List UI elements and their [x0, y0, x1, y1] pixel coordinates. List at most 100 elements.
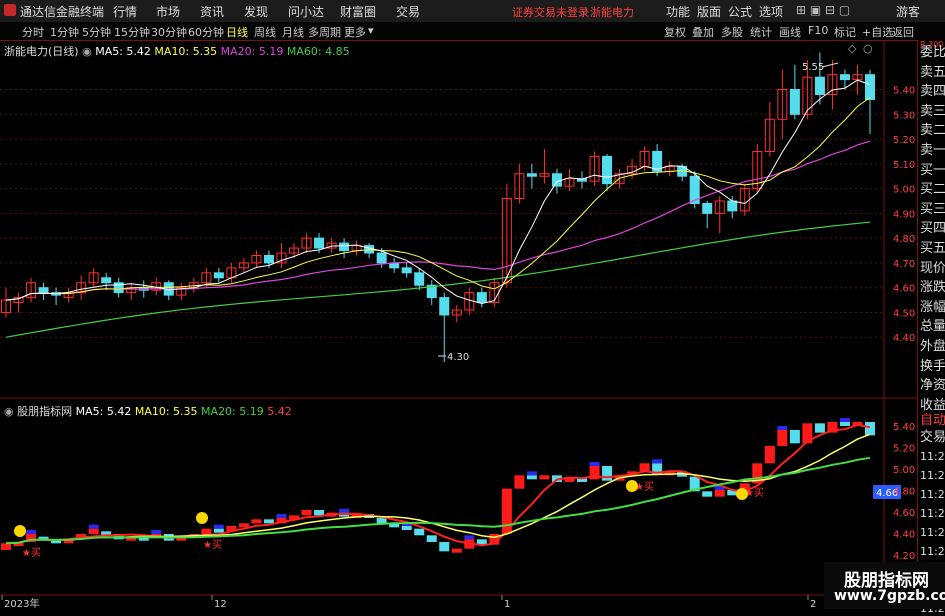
- period-weekly[interactable]: 周线: [254, 24, 276, 40]
- side-item-1[interactable]: 卖五: [920, 65, 945, 80]
- guest-user[interactable]: 游客: [896, 3, 920, 20]
- toolbar-fanhui[interactable]: 返回: [892, 24, 914, 40]
- sub-bar-up: [63, 539, 74, 544]
- sub-legend: ◉ 股朋指标网 MA5: 5.42 MA10: 5.35 MA20: 5.19 …: [4, 403, 292, 419]
- side-item-2[interactable]: 卖四: [920, 85, 945, 99]
- menu-formula[interactable]: 公式: [728, 3, 752, 20]
- menu-layout[interactable]: 版面: [697, 3, 721, 20]
- sub-bar-down: [113, 534, 124, 540]
- menu-item-faxian[interactable]: 发现: [244, 3, 268, 20]
- ma60-label: MA60: 4.85: [286, 45, 350, 58]
- sub-bar-up: [226, 526, 237, 532]
- chevron-circle-icon[interactable]: ◉: [4, 405, 14, 418]
- candle-down: [426, 284, 437, 299]
- side-item-8[interactable]: 买三: [920, 202, 945, 217]
- menu-item-shichang[interactable]: 市场: [156, 3, 180, 20]
- candle-down: [839, 74, 850, 81]
- candle-up: [639, 150, 650, 167]
- side-item-13[interactable]: 涨幅: [920, 300, 945, 315]
- app-title: 通达信金融终端: [20, 5, 105, 19]
- toolbar-huaxian[interactable]: 画线: [779, 24, 801, 40]
- period-daily[interactable]: 日线: [226, 24, 248, 40]
- ma5-line: [5, 79, 871, 305]
- price-tick: 5.30: [893, 110, 915, 121]
- period-5min[interactable]: 5分钟: [82, 24, 111, 40]
- time-axis-label: 2023年: [4, 597, 39, 609]
- menu-function[interactable]: 功能: [666, 3, 690, 20]
- menu-item-caifuquan[interactable]: 财富圈: [340, 3, 376, 20]
- menu-options[interactable]: 选项: [759, 3, 783, 20]
- price-tick: 4.50: [893, 308, 915, 319]
- toolbar-duogu[interactable]: 多股: [721, 24, 743, 40]
- period-multi[interactable]: 多周期: [308, 24, 341, 40]
- side-item-17[interactable]: 净资: [920, 379, 945, 393]
- smiley-icon: [196, 512, 208, 524]
- candle-up: [88, 272, 99, 284]
- toolbar-fuquan[interactable]: 复权: [664, 24, 686, 40]
- side-item-12[interactable]: 涨跌: [920, 281, 945, 295]
- toolbar-diejia[interactable]: 叠加: [692, 24, 714, 40]
- chevron-down-icon[interactable]: ▾: [368, 24, 374, 37]
- side-item-6[interactable]: 买一: [920, 163, 945, 178]
- side-item-3[interactable]: 卖三: [920, 104, 945, 119]
- side-item-10[interactable]: 买五: [920, 242, 945, 256]
- sub-bar-up: [351, 514, 362, 518]
- sub-bar-cap: [401, 522, 412, 526]
- toolbar-zixuan[interactable]: +自选: [862, 24, 893, 40]
- sub-bar-down: [339, 512, 350, 517]
- toolbar-tongji[interactable]: 统计: [750, 24, 772, 40]
- sub-bar-cap: [88, 524, 99, 529]
- sub-bar-cap: [714, 486, 725, 490]
- period-15min[interactable]: 15分钟: [114, 24, 150, 40]
- sub-bar-up: [201, 528, 212, 534]
- price-tick: 4.90: [893, 209, 915, 220]
- circle-icon: ○: [863, 42, 873, 55]
- buy-signal-label: ★买: [203, 539, 222, 551]
- candle-down: [263, 254, 274, 264]
- sub-bar-down: [426, 535, 437, 542]
- menu-item-wenxiaoda[interactable]: 问小达: [288, 3, 324, 20]
- sub-bar-up: [188, 534, 199, 538]
- side-item-18[interactable]: 收益: [920, 398, 945, 413]
- toolbar-f10[interactable]: F10: [808, 24, 828, 37]
- side-item-7[interactable]: 买二: [920, 183, 945, 197]
- chevron-circle-icon[interactable]: ◉: [82, 45, 92, 58]
- price-tick: 4.40: [893, 333, 915, 344]
- menu-item-zixun[interactable]: 资讯: [200, 3, 224, 20]
- side-time-label: 11:29: [920, 507, 945, 520]
- side-item-16[interactable]: 换手: [920, 359, 945, 374]
- side-item-15[interactable]: 外盘: [920, 340, 945, 354]
- sub-bar-down: [577, 478, 587, 482]
- candle-up: [777, 89, 788, 120]
- current-value-box: [873, 485, 901, 499]
- side-item-0[interactable]: 委比: [920, 46, 945, 60]
- sub-bar-cap: [777, 426, 788, 430]
- side-item-9[interactable]: 买四: [920, 222, 945, 236]
- side-item-4[interactable]: 卖二: [920, 124, 945, 138]
- candle-down: [727, 200, 738, 212]
- side-item-14[interactable]: 总量: [920, 320, 945, 334]
- side-item-11[interactable]: 现价: [920, 261, 945, 276]
- main-chart-title: 浙能电力(日线): [4, 45, 79, 58]
- period-1min[interactable]: 1分钟: [50, 24, 79, 40]
- kline-chart[interactable]: 5.55 4.30 ◇ ○ ★买 ★买 ★买 ★买 4.66 5.40 5.30 5.20 5.10…: [0, 0, 945, 609]
- window-icons[interactable]: ⊞ ▣ ⊟ ▢: [796, 3, 850, 17]
- period-fenshi[interactable]: 分时: [22, 24, 44, 40]
- period-60min[interactable]: 60分钟: [188, 24, 224, 40]
- toolbar-biaoji[interactable]: 标记: [834, 24, 856, 40]
- menu-item-jiaoyi[interactable]: 交易: [396, 3, 420, 20]
- side-sub-item-0[interactable]: 自动: [920, 414, 945, 428]
- period-30min[interactable]: 30分钟: [151, 24, 187, 40]
- period-monthly[interactable]: 月线: [282, 24, 304, 40]
- sub-bar-up: [802, 423, 813, 444]
- buy-signal-label: ★买: [22, 547, 41, 559]
- menu-item-hangqing[interactable]: 行情: [113, 3, 137, 20]
- sub-bar-cap: [589, 462, 600, 466]
- login-status[interactable]: 证券交易未登录: [512, 4, 589, 20]
- period-more[interactable]: 更多: [344, 24, 366, 40]
- side-sub-item-1[interactable]: 交易: [920, 431, 945, 445]
- period-toolbar: 分时 1分钟 5分钟 15分钟 30分钟 60分钟 日线 周线 月线 多周期 更…: [0, 22, 945, 41]
- side-item-5[interactable]: 卖一: [920, 144, 945, 158]
- ma10-line: [5, 97, 871, 301]
- sub-ma20-label: MA20: 5.19: [201, 405, 264, 418]
